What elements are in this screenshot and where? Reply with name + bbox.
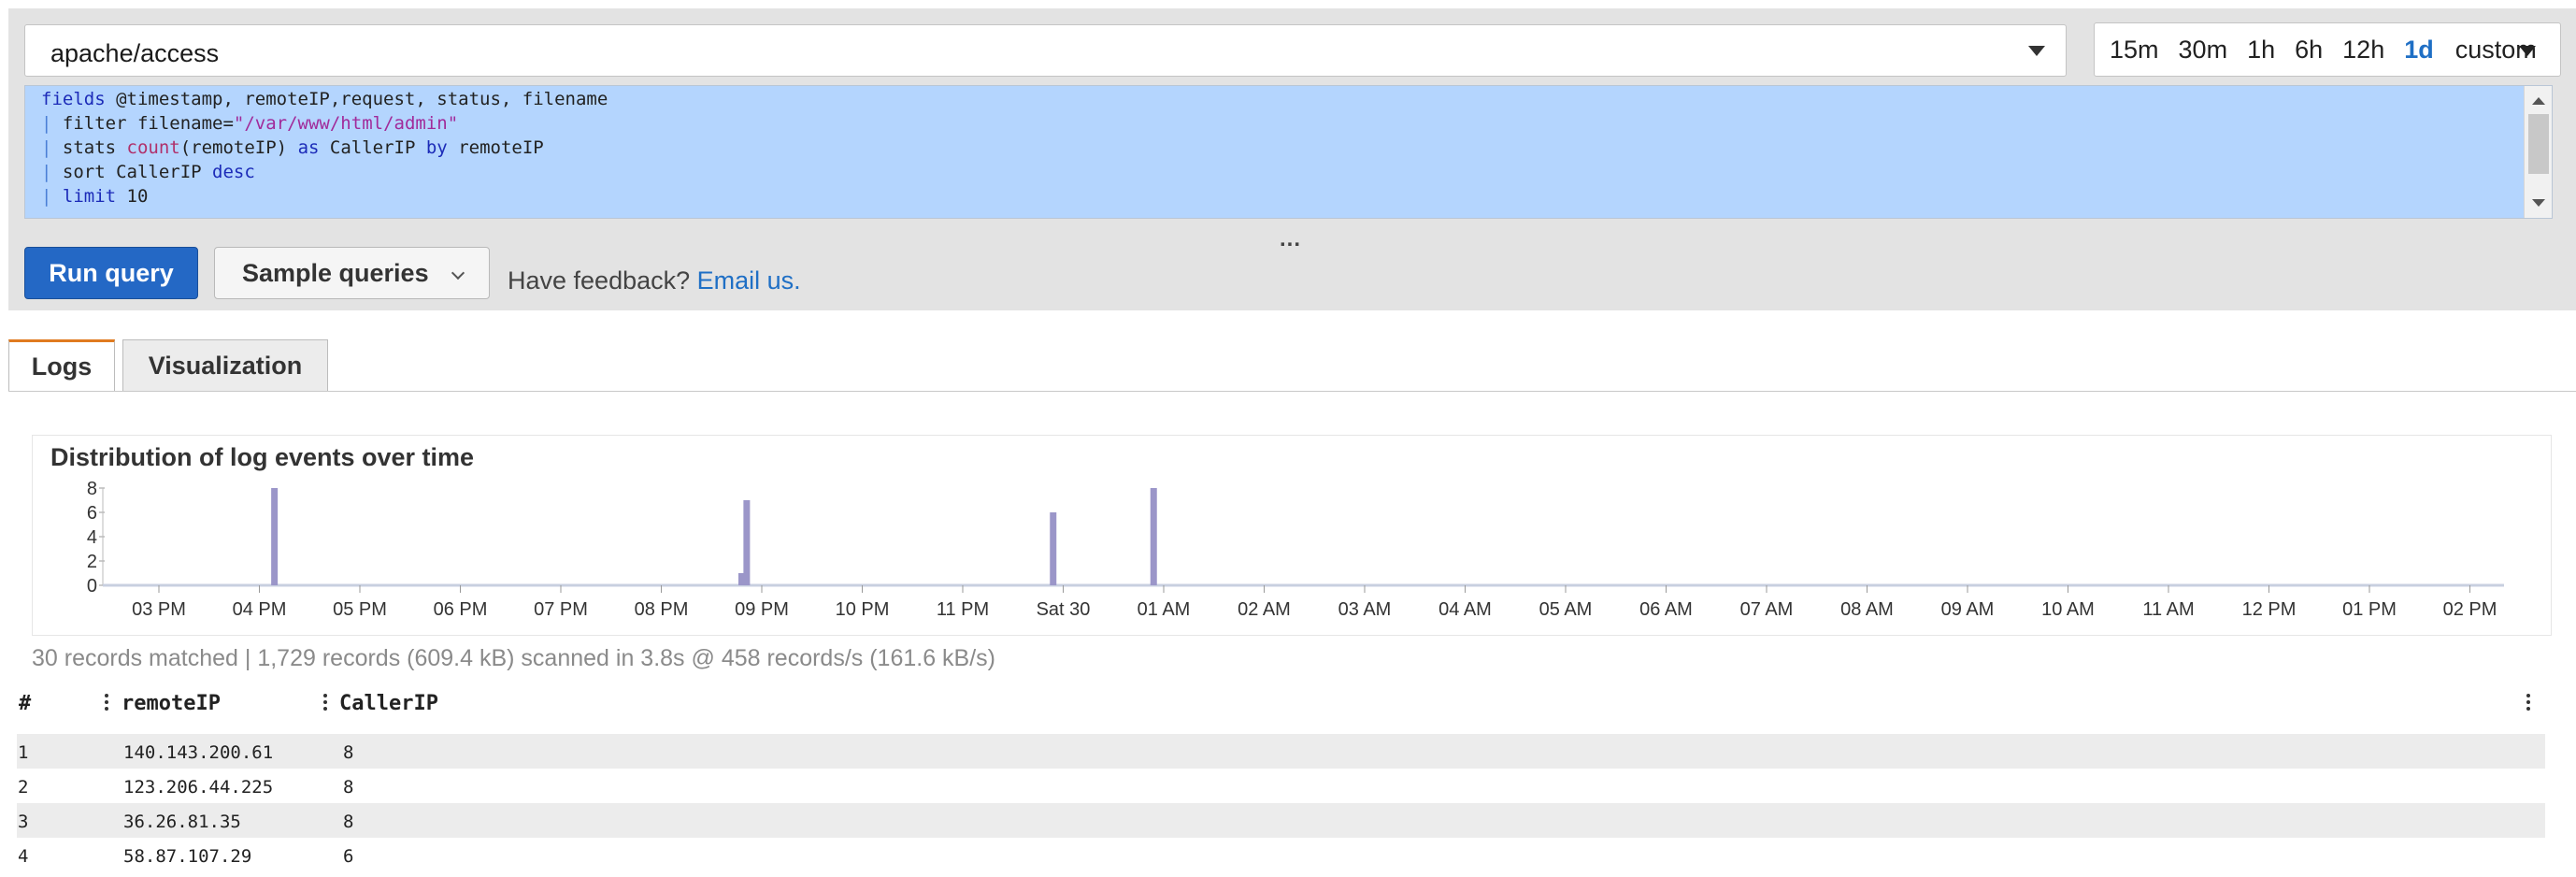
time-range-30m[interactable]: 30m bbox=[2179, 36, 2228, 65]
time-range-12h[interactable]: 12h bbox=[2342, 36, 2384, 65]
x-tick-label: 02 AM bbox=[1238, 599, 1291, 620]
cell-index: 3 bbox=[18, 812, 29, 832]
query-editor[interactable]: fields @timestamp, remoteIP,request, sta… bbox=[24, 85, 2553, 219]
cell-caller-ip: 8 bbox=[343, 812, 354, 832]
query-line: | filter filename="/var/www/html/admin" bbox=[41, 113, 459, 134]
tabs-divider bbox=[8, 391, 2576, 392]
log-events-histogram: 8 6 4 2 0 03 PM 04 PM 05 PM 06 PM 07 PM 08 PM 09 PM… bbox=[87, 479, 2504, 620]
x-tick-label: 06 AM bbox=[1639, 599, 1693, 620]
query-panel: apache/access 15m 30m 1h 6h 12h 1d custo… bbox=[8, 8, 2576, 310]
x-tick-label: 10 PM bbox=[836, 599, 890, 620]
x-tick-label: 04 AM bbox=[1438, 599, 1492, 620]
x-tick-label: 12 PM bbox=[2242, 599, 2297, 620]
cell-index: 4 bbox=[18, 846, 29, 867]
query-line: | stats count(remoteIP) as CallerIP by r… bbox=[41, 137, 544, 158]
cell-remote-ip: 36.26.81.35 bbox=[123, 812, 241, 832]
query-line: | limit 10 bbox=[41, 186, 149, 207]
x-tick-label: 11 PM bbox=[937, 599, 989, 620]
x-tick-label: 07 PM bbox=[534, 599, 588, 620]
log-group-value: apache/access bbox=[50, 39, 220, 67]
editor-resize-handle[interactable]: ... bbox=[1280, 226, 1301, 252]
x-tick-label: 02 PM bbox=[2443, 599, 2497, 620]
table-row[interactable]: 2 123.206.44.225 8 bbox=[17, 769, 2545, 803]
column-menu-icon[interactable] bbox=[2526, 694, 2530, 712]
table-row[interactable]: 4 58.87.107.29 6 bbox=[17, 838, 2545, 872]
x-tick-label: 07 AM bbox=[1740, 599, 1794, 620]
x-tick-label: 08 AM bbox=[1840, 599, 1894, 620]
run-query-button[interactable]: Run query bbox=[24, 247, 198, 299]
histogram-bar bbox=[1050, 512, 1057, 585]
x-tick-label: 09 PM bbox=[735, 599, 789, 620]
tab-logs[interactable]: Logs bbox=[8, 339, 115, 391]
query-line: fields @timestamp, remoteIP,request, sta… bbox=[41, 89, 608, 109]
x-tick-label: 11 AM bbox=[2142, 599, 2194, 620]
scroll-down-icon[interactable] bbox=[2532, 199, 2545, 207]
x-tick-label: 04 PM bbox=[233, 599, 287, 620]
time-range-1h[interactable]: 1h bbox=[2247, 36, 2275, 65]
x-tick-label: Sat 30 bbox=[1037, 599, 1091, 620]
cell-remote-ip: 123.206.44.225 bbox=[123, 777, 274, 798]
cell-caller-ip: 8 bbox=[343, 777, 354, 798]
caret-down-icon[interactable] bbox=[2519, 46, 2536, 56]
histogram-bar bbox=[1150, 488, 1157, 585]
column-resize-icon[interactable] bbox=[105, 694, 108, 712]
time-range-selector: 15m 30m 1h 6h 12h 1d custom bbox=[2094, 22, 2561, 77]
header-remote-ip[interactable]: remoteIP bbox=[122, 692, 221, 715]
sample-queries-button[interactable]: Sample queries bbox=[214, 247, 490, 299]
x-tick-label: 06 PM bbox=[434, 599, 488, 620]
email-us-link[interactable]: Email us. bbox=[697, 266, 801, 295]
y-tick-label: 8 bbox=[87, 479, 97, 499]
y-tick-label: 6 bbox=[87, 503, 97, 524]
y-tick-label: 2 bbox=[87, 552, 97, 572]
x-tick-label: 05 AM bbox=[1539, 599, 1593, 620]
caret-down-icon[interactable] bbox=[2028, 46, 2045, 56]
histogram-bar bbox=[743, 500, 751, 585]
x-tick-label: 03 AM bbox=[1338, 599, 1392, 620]
records-summary: 30 records matched | 1,729 records (609.… bbox=[32, 645, 996, 671]
feedback: Have feedback? Email us. bbox=[508, 266, 801, 295]
x-tick-label: 03 PM bbox=[132, 599, 186, 620]
histogram-bar bbox=[271, 488, 279, 585]
tab-visualization[interactable]: Visualization bbox=[122, 339, 328, 391]
scroll-thumb[interactable] bbox=[2528, 114, 2549, 174]
cell-index: 1 bbox=[18, 742, 29, 763]
log-group-selector[interactable]: apache/access bbox=[24, 24, 2067, 77]
x-tick-label: 09 AM bbox=[1941, 599, 1995, 620]
header-index: # bbox=[19, 692, 32, 715]
table-row[interactable]: 3 36.26.81.35 8 bbox=[17, 803, 2545, 838]
cell-caller-ip: 6 bbox=[343, 846, 354, 867]
x-tick-label: 08 PM bbox=[635, 599, 689, 620]
x-tick-label: 01 AM bbox=[1138, 599, 1191, 620]
cell-caller-ip: 8 bbox=[343, 742, 354, 763]
cell-remote-ip: 58.87.107.29 bbox=[123, 846, 252, 867]
chevron-down-icon bbox=[451, 266, 465, 280]
query-line: | sort CallerIP desc bbox=[41, 162, 255, 182]
x-tick-label: 01 PM bbox=[2342, 599, 2397, 620]
scroll-up-icon[interactable] bbox=[2532, 97, 2545, 105]
cell-remote-ip: 140.143.200.61 bbox=[123, 742, 274, 763]
time-range-6h[interactable]: 6h bbox=[2295, 36, 2323, 65]
editor-scrollbar[interactable] bbox=[2524, 86, 2552, 218]
column-resize-icon[interactable] bbox=[323, 694, 327, 712]
x-tick-label: 10 AM bbox=[2041, 599, 2095, 620]
cell-index: 2 bbox=[18, 777, 29, 798]
time-range-1d[interactable]: 1d bbox=[2404, 36, 2434, 65]
sample-queries-label: Sample queries bbox=[242, 258, 429, 287]
header-caller-ip[interactable]: CallerIP bbox=[339, 692, 438, 715]
table-row[interactable]: 1 140.143.200.61 8 bbox=[17, 734, 2545, 769]
feedback-text: Have feedback? bbox=[508, 266, 691, 295]
y-tick-label: 0 bbox=[87, 576, 97, 597]
time-range-15m[interactable]: 15m bbox=[2110, 36, 2159, 65]
x-tick-label: 05 PM bbox=[333, 599, 387, 620]
y-tick-label: 4 bbox=[87, 527, 97, 548]
